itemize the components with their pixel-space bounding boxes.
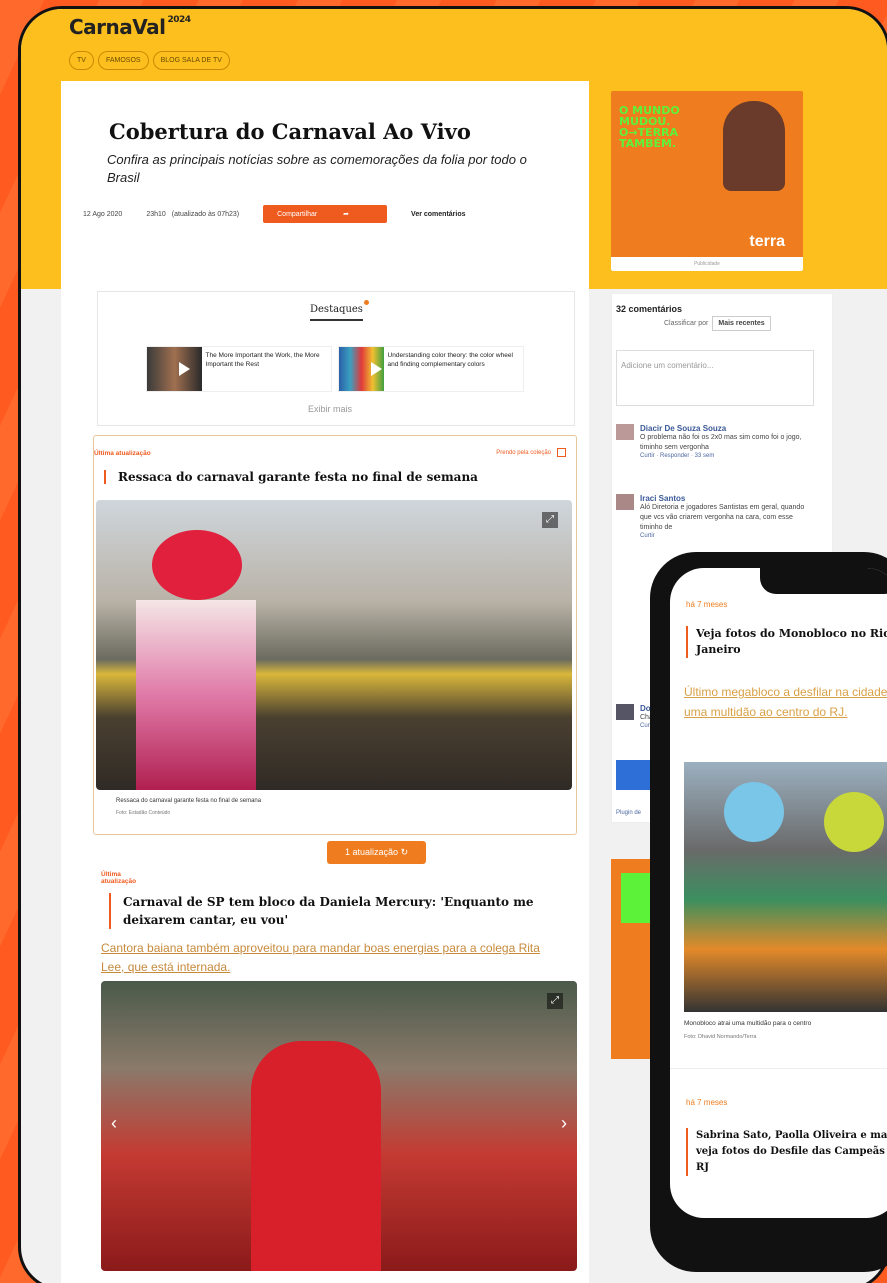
divider <box>670 1068 887 1069</box>
expand-icon[interactable]: ⤢ <box>547 993 563 1009</box>
ad-person <box>723 101 785 191</box>
photo-credit: Foto: Estadão Conteúdo <box>116 810 171 816</box>
article-meta: 12 Ago 2020 23h10 (atualizado às 07h23) … <box>83 205 490 223</box>
avatar[interactable] <box>616 494 634 510</box>
comment-text: O problema não foi os 2x0 mas sim como f… <box>640 434 802 451</box>
highlight-card[interactable]: Understanding color theory: the color wh… <box>338 346 524 392</box>
show-more-link[interactable]: Exibir mais <box>308 404 352 414</box>
singer-figure <box>251 1041 381 1271</box>
comment-actions[interactable]: Curtir <box>640 533 816 539</box>
bookmark-icon <box>557 448 566 457</box>
nav-blog-sala-de-tv[interactable]: BLOG SALA DE TV <box>152 51 230 70</box>
post-tag: Última atualização <box>101 871 137 885</box>
highlights-box: Destaques The More Important the Work, t… <box>97 291 575 426</box>
phone-mockup: há 7 meses Veja fotos do Monobloco no Ri… <box>650 552 887 1272</box>
photo-caption: Monobloco atrai uma multidão para o cent… <box>684 1020 812 1027</box>
main-content: Cobertura do Carnaval Ao Vivo Confira as… <box>61 81 589 1283</box>
ad-label: Publicidade <box>611 257 803 271</box>
share-icon: ➦ <box>343 211 350 218</box>
view-comments-link[interactable]: Ver comentários <box>411 211 465 218</box>
nav-famosos[interactable]: FAMOSOS <box>97 51 149 70</box>
update-button[interactable]: 1 atualização ↻ <box>327 841 427 864</box>
site-logo[interactable]: CarnaVal 2024 <box>69 15 191 39</box>
balloons <box>724 782 784 842</box>
feather-hat <box>152 530 242 600</box>
article-updated: (atualizado às 07h23) <box>171 210 240 218</box>
carnival-photo[interactable]: ⤢ <box>96 500 572 790</box>
highlights-title: Destaques <box>310 304 363 321</box>
video-thumbnail <box>339 347 384 391</box>
balloons <box>824 792 884 852</box>
refresh-icon: ↻ <box>400 847 409 857</box>
post-lead[interactable]: Último megabloco a desfilar na cidade at… <box>684 682 887 722</box>
post-headline: Ressaca do carnaval garante festa no fin… <box>104 470 478 484</box>
phone-notch <box>760 568 887 594</box>
highlight-text: The More Important the Work, the More Im… <box>205 352 320 368</box>
nav-tv[interactable]: TV <box>69 51 94 70</box>
post-headline: Carnaval de SP tem bloco da Daniela Merc… <box>109 893 559 929</box>
share-button[interactable]: Compartilhar ➦ <box>263 205 388 223</box>
comment-input[interactable]: Adicione um comentário... <box>616 350 814 406</box>
highlight-text: Understanding color theory: the color wh… <box>387 352 513 368</box>
post-time: há 7 meses <box>686 1098 728 1107</box>
next-arrow-icon[interactable]: › <box>561 1113 567 1134</box>
comment-actions[interactable]: Curtir · Responder · 33 sem <box>640 453 816 459</box>
ad-text: O MUNDO MUDOU. O→TERRA TAMBÉM. <box>619 104 680 150</box>
comment-item: Diacir De Souza Souza O problema não foi… <box>616 424 816 459</box>
concert-photo[interactable]: ⤢ ‹ › <box>101 981 577 1271</box>
photo-credit: Foto: Dhavid Normando/Terra <box>684 1034 757 1040</box>
highlight-card[interactable]: The More Important the Work, the More Im… <box>146 346 332 392</box>
phone-screen: há 7 meses Veja fotos do Monobloco no Ri… <box>670 568 887 1218</box>
prev-arrow-icon[interactable]: ‹ <box>111 1113 117 1134</box>
photo-caption: Ressaca do carnaval garante festa no fin… <box>116 798 262 804</box>
advertisement[interactable]: O MUNDO MUDOU. O→TERRA TAMBÉM. terra Public… <box>611 91 803 271</box>
expand-icon[interactable]: ⤢ <box>542 512 558 528</box>
facebook-plugin[interactable]: Plugin de <box>616 810 641 816</box>
monobloco-photo[interactable] <box>684 762 887 1012</box>
comment-text: Aló Diretoria e jogadores Santistas em g… <box>640 504 805 531</box>
post-headline: Sabrina Sato, Paolla Oliveira e mais: ve… <box>686 1128 887 1176</box>
avatar[interactable] <box>616 704 634 720</box>
terra-logo: terra <box>749 233 785 250</box>
post-time: há 7 meses <box>686 600 728 609</box>
sort-select[interactable]: Mais recentes <box>712 316 771 331</box>
top-nav: TV FAMOSOS BLOG SALA DE TV <box>69 51 230 70</box>
video-thumbnail <box>147 347 202 391</box>
avatar[interactable] <box>616 424 634 440</box>
comment-author[interactable]: Diacir De Souza Souza <box>640 424 816 433</box>
article-date: 12 Ago 2020 <box>83 210 123 218</box>
post-lead[interactable]: Cantora baiana também aproveitou para ma… <box>101 939 565 977</box>
highlights-dot <box>364 300 369 305</box>
page-title: Cobertura do Carnaval Ao Vivo <box>109 119 471 144</box>
comment-author[interactable]: Iraci Santos <box>640 494 816 503</box>
comments-count: 32 comentários <box>616 304 683 314</box>
page-subtitle: Confira as principais notícias sobre as … <box>107 152 527 185</box>
singer-dress <box>136 600 256 790</box>
sort-control: Classificar por Mais recentes <box>664 316 771 331</box>
live-post: Última atualização Prendo pela coleção R… <box>93 435 577 835</box>
article-time: 23h10 <box>146 210 166 218</box>
save-to-collection[interactable]: Prendo pela coleção <box>496 448 566 457</box>
post-tag: Última atualização <box>94 450 151 457</box>
comment-item: Iraci Santos Aló Diretoria e jogadores S… <box>616 494 816 539</box>
post-headline: Veja fotos do Monobloco no Rio de Janeir… <box>686 626 887 658</box>
